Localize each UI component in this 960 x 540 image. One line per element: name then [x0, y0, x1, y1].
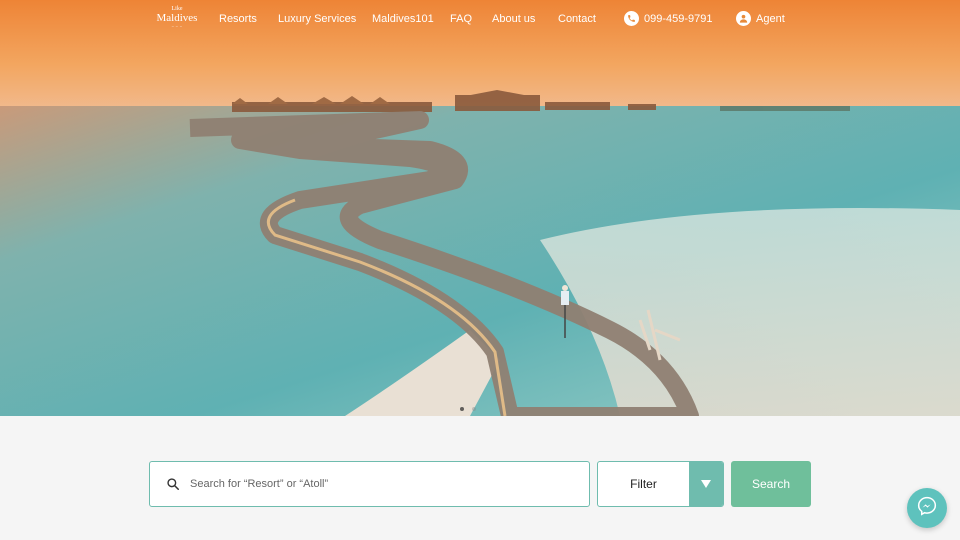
hero-image: [0, 0, 960, 416]
messenger-icon: [917, 496, 937, 521]
nav-item-faq[interactable]: FAQ: [450, 13, 472, 25]
site-logo[interactable]: Like Maldives ~ ~ ~: [156, 6, 198, 36]
carousel-dot-2[interactable]: [472, 407, 476, 411]
search-input[interactable]: [190, 478, 570, 490]
nav-item-luxury-services[interactable]: Luxury Services: [278, 13, 356, 25]
nav-item-maldives101[interactable]: Maldives101: [372, 13, 434, 25]
phone-number: 099-459-9791: [644, 12, 713, 25]
hero-scenery: [0, 0, 960, 416]
logo-line-3: ~ ~ ~: [171, 24, 183, 29]
logo-line-2: Maldives: [156, 12, 198, 24]
chevron-down-icon[interactable]: [689, 462, 723, 506]
messenger-chat-button[interactable]: [907, 488, 947, 528]
nav-item-contact[interactable]: Contact: [558, 13, 596, 25]
phone-icon: [624, 11, 639, 26]
nav-item-about-us[interactable]: About us: [492, 13, 535, 25]
top-navigation: Like Maldives ~ ~ ~ Resorts Luxury Servi…: [0, 0, 960, 40]
agent-link[interactable]: Agent: [736, 11, 785, 26]
user-icon: [736, 11, 751, 26]
search-button[interactable]: Search: [731, 461, 811, 507]
nav-item-resorts[interactable]: Resorts: [219, 13, 257, 25]
filter-dropdown[interactable]: Filter: [597, 461, 724, 507]
search-icon: [166, 477, 180, 491]
search-bar[interactable]: [149, 461, 590, 507]
agent-label: Agent: [756, 12, 785, 25]
carousel-dots: [460, 407, 476, 411]
carousel-dot-1[interactable]: [460, 407, 464, 411]
filter-label: Filter: [630, 477, 657, 491]
phone-link[interactable]: 099-459-9791: [624, 11, 713, 26]
